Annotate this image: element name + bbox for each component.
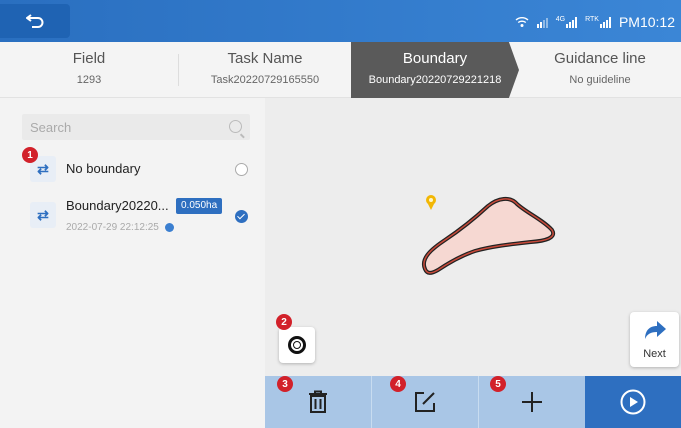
list-item-no-boundary[interactable]: ⇄ No boundary — [30, 156, 260, 182]
step-field[interactable]: Field 1293 — [0, 42, 178, 98]
record-toggle-button[interactable] — [279, 327, 315, 363]
search-placeholder: Search — [30, 119, 72, 135]
next-label: Next — [643, 348, 666, 360]
step-boundary[interactable]: Boundary Boundary20220729221218 — [351, 42, 519, 98]
boundary-outline — [421, 197, 556, 275]
marker-badge: 5 — [490, 376, 506, 392]
play-icon — [620, 389, 646, 415]
mobile-signal-icon: 4G — [556, 16, 578, 28]
step-value: 1293 — [76, 74, 102, 86]
step-value: No guideline — [569, 74, 631, 86]
list-item-label: No boundary — [66, 161, 141, 176]
step-title: Field — [72, 50, 106, 67]
search-icon[interactable] — [229, 120, 242, 133]
marker-badge: 1 — [22, 147, 38, 163]
map-canvas — [421, 195, 556, 275]
marker-badge: 3 — [277, 376, 293, 392]
step-title: Task Name — [227, 50, 303, 67]
ring-icon — [288, 336, 306, 354]
rtk-signal-icon: RTK — [585, 16, 611, 28]
edit-button[interactable] — [372, 376, 478, 428]
edit-icon — [415, 392, 435, 412]
step-task-name[interactable]: Task Name Task20220729165550 — [179, 42, 351, 98]
radio-button[interactable] — [235, 163, 248, 176]
signal-icon — [536, 16, 548, 28]
step-title: Boundary — [402, 50, 468, 67]
list-item-boundary[interactable]: ⇄ Boundary20220... 0.050ha 2022-07-29 22… — [30, 198, 260, 238]
marker-badge: 4 — [390, 376, 406, 392]
list-item-date: 2022-07-29 22:12:25 — [66, 222, 174, 233]
date-text: 2022-07-29 22:12:25 — [66, 222, 159, 233]
step-value: Boundary20220729221218 — [368, 74, 502, 86]
status-bar: 4G RTK PM10:12 — [0, 0, 681, 42]
step-guidance-line[interactable]: Guidance line No guideline — [519, 42, 681, 98]
map-view[interactable] — [265, 98, 681, 376]
clock: PM10:12 — [618, 14, 675, 30]
area-badge: 0.050ha — [176, 198, 223, 214]
start-button[interactable] — [585, 376, 681, 428]
step-progress-bar: Field 1293 Task Name Task20220729165550 … — [0, 42, 681, 98]
step-title: Guidance line — [554, 50, 646, 67]
step-value: Task20220729165550 — [210, 74, 320, 86]
boundary-swap-icon: ⇄ — [30, 202, 56, 228]
globe-icon — [164, 223, 174, 232]
search-input[interactable]: Search — [22, 114, 250, 140]
marker-badge: 2 — [276, 314, 292, 330]
bottom-toolbar — [265, 376, 681, 428]
arrow-right-icon — [644, 321, 666, 339]
next-button[interactable]: Next — [630, 312, 679, 367]
location-pin-icon — [426, 195, 436, 210]
back-button[interactable] — [0, 4, 70, 38]
boundary-list-panel: Search ⇄ No boundary ⇄ Boundary20220... … — [0, 98, 265, 428]
list-item-label: Boundary20220... — [66, 198, 169, 213]
plus-icon — [522, 392, 542, 412]
back-icon — [26, 14, 44, 28]
radio-button-checked[interactable] — [235, 210, 248, 223]
trash-icon — [309, 390, 327, 413]
status-indicators: 4G RTK PM10:12 — [515, 12, 675, 32]
wifi-icon — [515, 17, 529, 27]
